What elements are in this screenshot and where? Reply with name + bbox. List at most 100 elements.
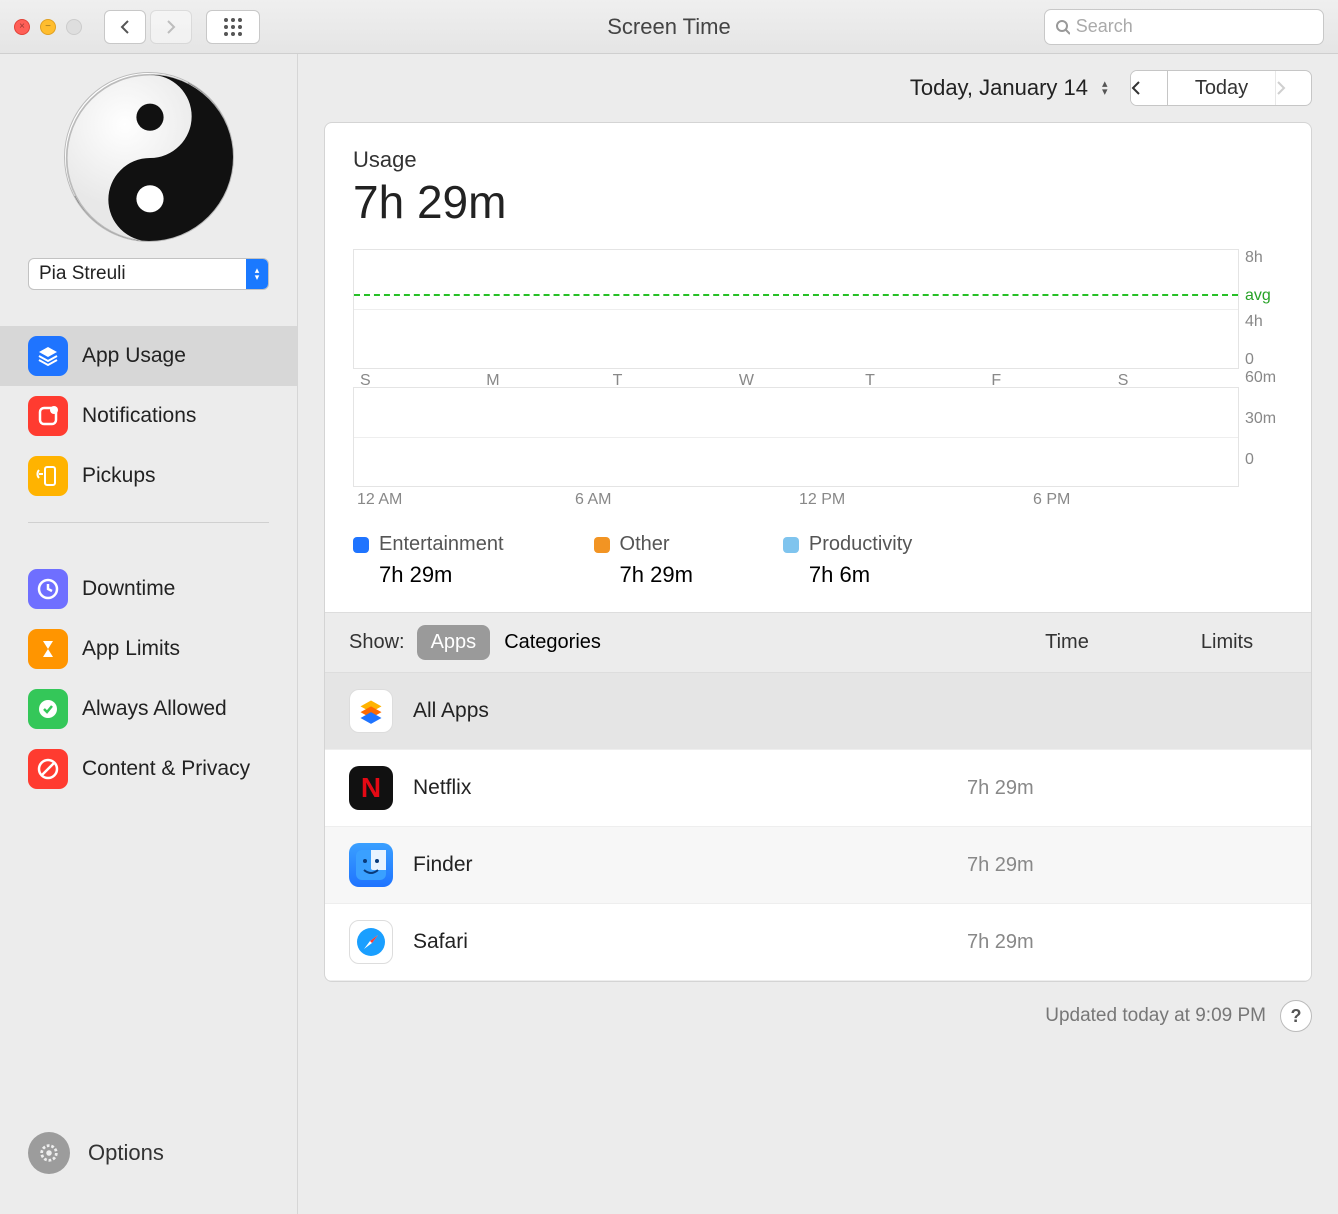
chart-legend: Entertainment 7h 29m Other 7h 29m Productivi… [325, 517, 1311, 612]
app-name: Finder [413, 853, 967, 877]
sidebar-item-pickups[interactable]: Pickups [0, 446, 297, 506]
chevron-left-icon [119, 19, 131, 35]
date-segment: Today [1130, 70, 1312, 106]
filter-apps-button[interactable]: Apps [417, 625, 491, 660]
legend-name: Entertainment [379, 533, 504, 556]
legend-value: 7h 29m [620, 562, 693, 588]
legend-name: Other [620, 533, 670, 556]
options-icon [28, 1132, 70, 1174]
search-field[interactable] [1044, 9, 1324, 45]
help-button[interactable]: ? [1280, 1000, 1312, 1032]
usage-title: Usage [353, 147, 1283, 173]
filter-bar: Show: Apps Categories Time Limits [325, 612, 1311, 673]
app-name: Netflix [413, 776, 967, 800]
titlebar: × − Screen Time [0, 0, 1338, 54]
user-name: Pia Streuli [39, 263, 126, 285]
column-time-header: Time [967, 631, 1167, 654]
date-label[interactable]: Today, January 14 [910, 75, 1088, 101]
sidebar: Pia Streuli App Usage Notifications Pickup… [0, 54, 298, 1214]
app-name: Safari [413, 930, 967, 954]
sidebar-item-label: Downtime [82, 577, 175, 601]
sidebar-section-reports: App Usage Notifications Pickups [0, 326, 297, 506]
search-icon [1055, 19, 1070, 35]
today-button[interactable]: Today [1167, 71, 1275, 105]
app-row-netflix[interactable]: NNetflix7h 29m [325, 750, 1311, 827]
sidebar-options[interactable]: Options [0, 1108, 297, 1214]
sidebar-item-label: Content & Privacy [82, 757, 250, 781]
usage-header: Usage 7h 29m [325, 123, 1311, 239]
chevron-left-icon [1131, 81, 1141, 95]
sidebar-item-app-usage[interactable]: App Usage [0, 326, 297, 386]
hourly-chart [353, 387, 1239, 487]
nav-buttons [104, 10, 192, 44]
minimize-button[interactable]: − [40, 19, 56, 35]
sidebar-item-notifications[interactable]: Notifications [0, 386, 297, 446]
app-list: All AppsNNetflix7h 29mFinder7h 29mSafari… [325, 673, 1311, 981]
close-button[interactable]: × [14, 19, 30, 35]
date-row: Today, January 14 ▴▾ Today [298, 54, 1338, 122]
phone-icon [28, 456, 68, 496]
usage-total: 7h 29m [353, 175, 1283, 229]
sidebar-section-settings: Downtime App Limits Always Allowed Content … [0, 559, 297, 799]
hourly-y-axis: 60m30m0 [1239, 369, 1283, 469]
back-button[interactable] [104, 10, 146, 44]
sidebar-item-downtime[interactable]: Downtime [0, 559, 297, 619]
block-icon [28, 749, 68, 789]
clock-icon [28, 569, 68, 609]
app-time: 7h 29m [967, 854, 1167, 877]
legend-value: 7h 6m [809, 562, 912, 588]
legend-swatch [594, 537, 610, 553]
yin-yang-icon [65, 73, 234, 242]
weekly-y-axis: 8havg4h0 [1239, 249, 1283, 369]
footer: Updated today at 9:09 PM ? [298, 982, 1338, 1054]
app-row-finder[interactable]: Finder7h 29m [325, 827, 1311, 904]
column-limits-header: Limits [1167, 631, 1287, 654]
search-input[interactable] [1076, 16, 1313, 37]
hourglass-icon [28, 629, 68, 669]
check-icon [28, 689, 68, 729]
sidebar-item-label: Pickups [82, 464, 156, 488]
forward-button[interactable] [150, 10, 192, 44]
sidebar-separator [28, 522, 269, 523]
chevron-right-icon [1276, 81, 1286, 95]
filter-pill: Apps Categories [417, 625, 615, 660]
sidebar-item-label: Always Allowed [82, 697, 227, 721]
options-label: Options [88, 1140, 164, 1166]
date-prev-button[interactable] [1131, 71, 1167, 105]
sidebar-item-app-limits[interactable]: App Limits [0, 619, 297, 679]
user-select[interactable]: Pia Streuli [28, 258, 269, 290]
chevron-right-icon [165, 19, 177, 35]
content-pane: Today, January 14 ▴▾ Today Usage 7h 29m [298, 54, 1338, 1214]
sidebar-item-content-privacy[interactable]: Content & Privacy [0, 739, 297, 799]
legend-other: Other 7h 29m [594, 533, 693, 588]
maximize-button [66, 19, 82, 35]
stepper-icon [246, 259, 268, 289]
legend-swatch [783, 537, 799, 553]
legend-productivity: Productivity 7h 6m [783, 533, 912, 588]
sidebar-item-always-allowed[interactable]: Always Allowed [0, 679, 297, 739]
app-time: 7h 29m [967, 777, 1167, 800]
date-next-button[interactable] [1275, 71, 1311, 105]
app-name: All Apps [413, 699, 967, 723]
layers-icon [28, 336, 68, 376]
filter-categories-button[interactable]: Categories [490, 625, 615, 660]
sidebar-item-label: Notifications [82, 404, 196, 428]
legend-name: Productivity [809, 533, 912, 556]
show-label: Show: [349, 631, 405, 654]
app-row-all-apps[interactable]: All Apps [325, 673, 1311, 750]
traffic-lights: × − [14, 19, 82, 35]
sidebar-item-label: App Limits [82, 637, 180, 661]
legend-value: 7h 29m [379, 562, 504, 588]
apps-grid-button[interactable] [206, 10, 260, 44]
sidebar-item-label: App Usage [82, 344, 186, 368]
usage-panel: Usage 7h 29m SMTWTFS 8havg4h0 [324, 122, 1312, 982]
date-stepper-icon[interactable]: ▴▾ [1102, 80, 1120, 96]
user-avatar [64, 72, 234, 242]
hourly-x-axis: 12 AM6 AM12 PM6 PM [353, 491, 1283, 509]
app-time: 7h 29m [967, 931, 1167, 954]
weekly-chart: SMTWTFS [353, 249, 1239, 369]
legend-entertainment: Entertainment 7h 29m [353, 533, 504, 588]
app-row-safari[interactable]: Safari7h 29m [325, 904, 1311, 981]
updated-label: Updated today at 9:09 PM [1045, 1005, 1266, 1027]
grid-icon [223, 17, 243, 37]
